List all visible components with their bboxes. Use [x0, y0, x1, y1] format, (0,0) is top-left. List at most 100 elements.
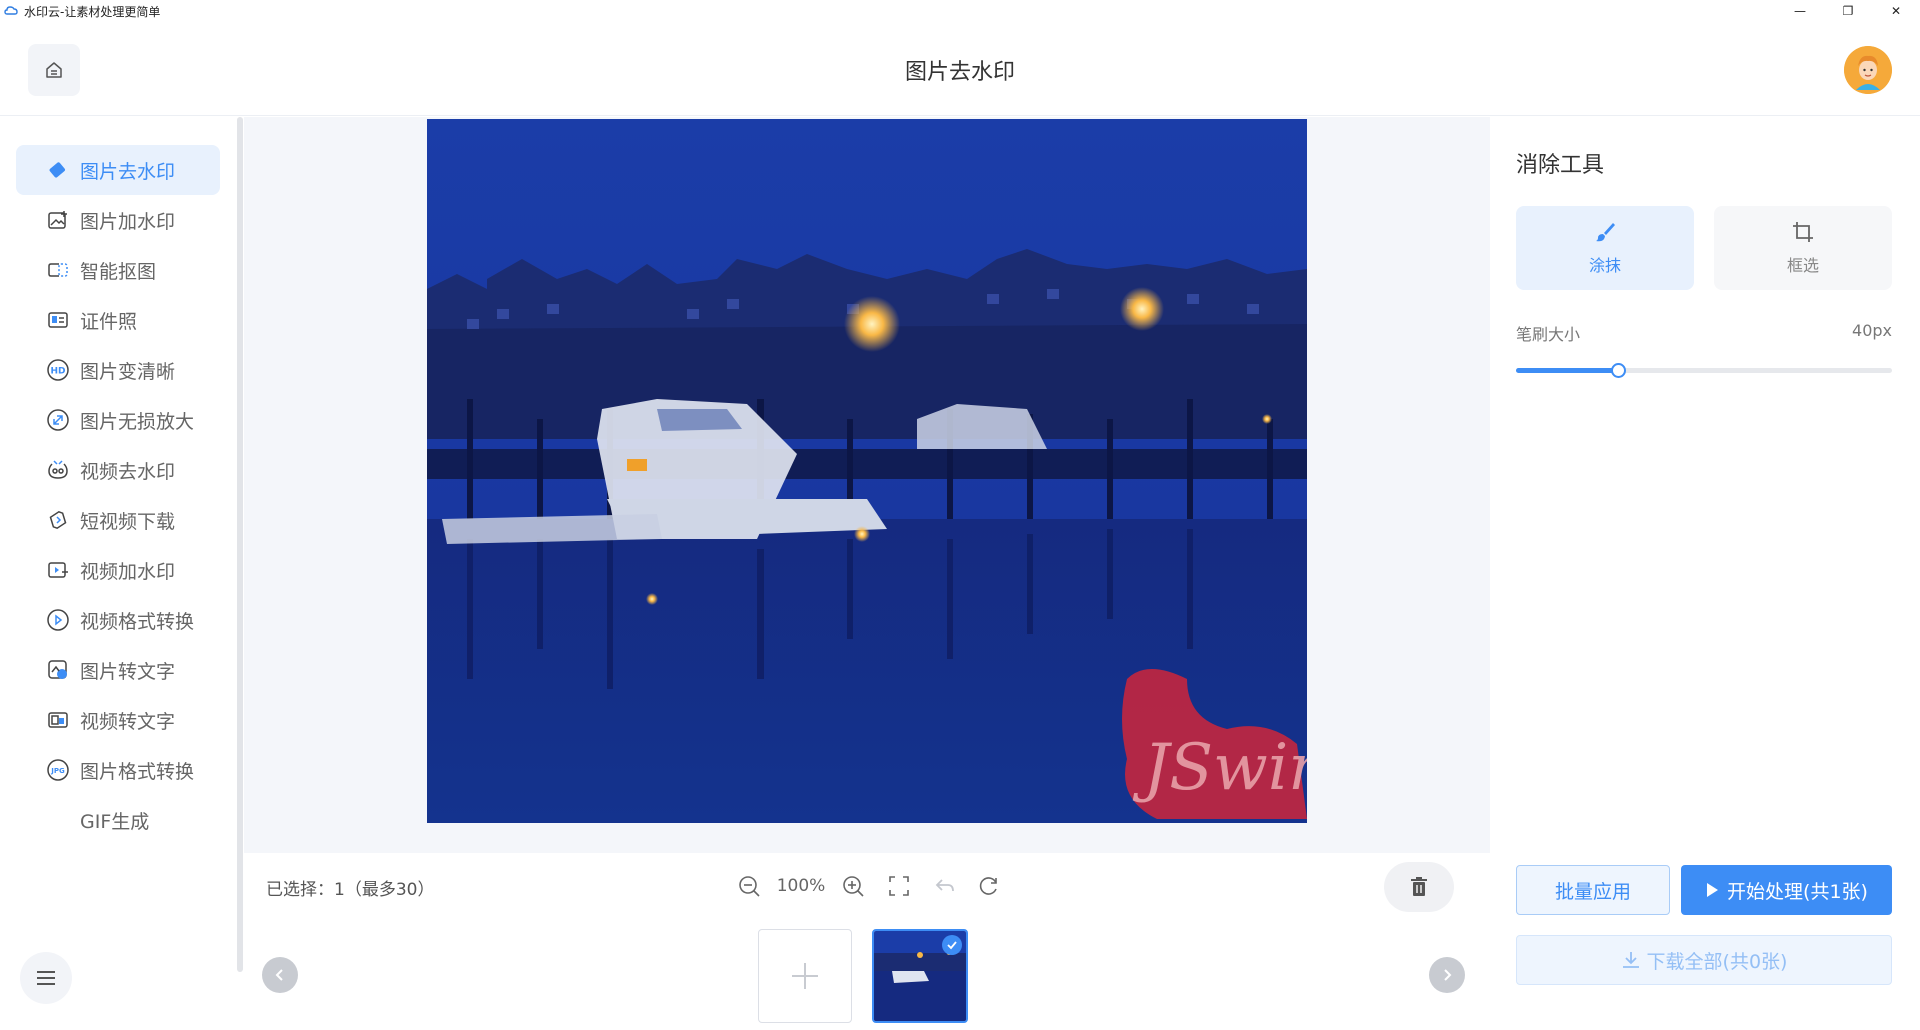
right-panel: 消除工具 涂抹 框选 笔刷大小 40px 批量应用 开始处理(共1张) 下载全部… [1490, 117, 1920, 1030]
add-image-button[interactable] [758, 929, 852, 1023]
zoom-out-button[interactable] [734, 871, 764, 901]
sidebar-item-video-to-text[interactable]: 视频转文字 [16, 695, 220, 745]
smear-tool-button[interactable]: 涂抹 [1516, 206, 1694, 290]
video-add-icon [46, 558, 70, 582]
fullscreen-icon [889, 876, 909, 896]
sidebar-item-image-sharpen[interactable]: HD 图片变清晰 [16, 345, 220, 395]
sidebar-item-gif-generate[interactable]: GIF生成 [16, 795, 220, 845]
undo-button[interactable] [930, 871, 960, 901]
image-text-icon [46, 658, 70, 682]
sidebar-item-label: 视频格式转换 [80, 610, 195, 633]
user-avatar-icon [1844, 46, 1892, 94]
brush-size-slider[interactable] [1516, 363, 1892, 378]
id-photo-icon [46, 308, 70, 332]
sidebar-item-video-format-convert[interactable]: 视频格式转换 [16, 595, 220, 645]
page-title: 图片去水印 [904, 60, 1015, 85]
check-icon [947, 941, 957, 950]
sidebar-scrollbar[interactable] [237, 117, 243, 972]
download-icon [1622, 952, 1639, 968]
slider-fill [1516, 368, 1618, 373]
batch-apply-button[interactable]: 批量应用 [1516, 865, 1670, 915]
play-icon [1707, 883, 1719, 897]
app-header: 图片去水印 [0, 22, 1920, 116]
video-eraser-icon [46, 458, 70, 482]
sidebar-item-image-format-convert[interactable]: JPG 图片格式转换 [16, 745, 220, 795]
brush-size-label: 笔刷大小 [1516, 325, 1581, 344]
sidebar-item-label: 视频转文字 [80, 710, 176, 733]
refresh-icon [979, 877, 997, 895]
delete-button[interactable] [1384, 862, 1454, 912]
avatar[interactable] [1844, 46, 1892, 94]
slider-handle[interactable] [1610, 363, 1626, 378]
cutout-icon [46, 258, 70, 282]
sidebar-item-image-remove-watermark[interactable]: 图片去水印 [16, 145, 220, 195]
sidebar-item-image-add-watermark[interactable]: 图片加水印 [16, 195, 220, 245]
video-convert-icon [46, 608, 70, 632]
maximize-button[interactable]: ❐ [1824, 0, 1872, 22]
sidebar: 图片去水印 图片加水印 智能抠图 证件照 HD 图片变清晰 图片无损放大 视频去… [0, 117, 244, 1030]
window-controls: — ❐ ✕ [1776, 0, 1920, 22]
selected-check-badge [942, 935, 962, 955]
sidebar-item-label: GIF生成 [80, 810, 150, 833]
hd-icon: HD [46, 358, 70, 382]
chevron-right-icon [1444, 969, 1452, 981]
editor-canvas[interactable]: JSwing [244, 117, 1490, 853]
brush-icon [1596, 223, 1615, 242]
working-image[interactable]: JSwing [427, 119, 1307, 823]
plus-icon [792, 963, 818, 989]
gif-icon [46, 808, 70, 832]
sidebar-item-label: 图片无损放大 [80, 410, 195, 433]
sidebar-item-label: 智能抠图 [80, 260, 157, 283]
zoom-out-icon [739, 876, 760, 897]
next-image-button[interactable] [1429, 957, 1465, 993]
sidebar-item-image-enlarge[interactable]: 图片无损放大 [16, 395, 220, 445]
fit-screen-button[interactable] [884, 871, 914, 901]
chevron-left-icon [275, 969, 283, 981]
sidebar-item-video-remove-watermark[interactable]: 视频去水印 [16, 445, 220, 495]
image-thumbnail[interactable] [872, 929, 968, 1023]
download-all-label: 下载全部(共0张) [1646, 950, 1788, 973]
image-add-icon [46, 208, 70, 232]
prev-image-button[interactable] [262, 957, 298, 993]
box-select-tool-button[interactable]: 框选 [1714, 206, 1892, 290]
sidebar-item-video-add-watermark[interactable]: 视频加水印 [16, 545, 220, 595]
brush-size-value: 40px [1852, 321, 1892, 340]
sidebar-item-short-video-download[interactable]: 短视频下载 [16, 495, 220, 545]
hamburger-menu-icon [37, 971, 55, 985]
tool-label: 框选 [1786, 256, 1819, 275]
close-button[interactable]: ✕ [1872, 0, 1920, 22]
sidebar-item-id-photo[interactable]: 证件照 [16, 295, 220, 345]
zoom-controls: 100% [734, 871, 1004, 901]
svg-text:JPG: JPG [50, 767, 65, 775]
reset-button[interactable] [974, 871, 1004, 901]
minimize-button[interactable]: — [1776, 0, 1824, 22]
app-logo-icon [4, 6, 18, 15]
sidebar-item-label: 图片格式转换 [80, 760, 195, 783]
crop-icon [1793, 222, 1813, 242]
panel-title: 消除工具 [1516, 153, 1605, 178]
sidebar-item-label: 图片变清晰 [80, 360, 176, 383]
download-all-button[interactable]: 下载全部(共0张) [1516, 935, 1892, 985]
start-processing-button[interactable]: 开始处理(共1张) [1681, 865, 1892, 915]
zoom-level: 100% [776, 876, 826, 896]
watermark-text: JSwing [1133, 731, 1307, 805]
bottom-toolbar: 已选择：1（最多30） 100% [244, 853, 1490, 1030]
zoom-in-button[interactable] [838, 871, 868, 901]
marina-night-photo: JSwing [427, 119, 1307, 823]
start-processing-label: 开始处理(共1张) [1727, 880, 1868, 903]
sidebar-item-label: 视频去水印 [80, 460, 176, 483]
sidebar-item-label: 图片去水印 [80, 160, 176, 183]
sidebar-item-label: 视频加水印 [80, 560, 176, 583]
sidebar-collapse-button[interactable] [20, 952, 72, 1004]
sidebar-item-label: 短视频下载 [80, 510, 176, 533]
sidebar-item-smart-cutout[interactable]: 智能抠图 [16, 245, 220, 295]
sidebar-item-label: 图片加水印 [80, 210, 176, 233]
trash-icon [1411, 877, 1427, 896]
video-text-icon [46, 708, 70, 732]
sidebar-item-label: 图片转文字 [80, 660, 176, 683]
tool-label: 涂抹 [1588, 256, 1621, 275]
sidebar-item-image-to-text[interactable]: 图片转文字 [16, 645, 220, 695]
sidebar-item-label: 证件照 [80, 310, 138, 333]
selection-count: 已选择：1（最多30） [266, 880, 435, 900]
window-titlebar: 水印云-让素材处理更简单 — ❐ ✕ [0, 0, 1920, 22]
